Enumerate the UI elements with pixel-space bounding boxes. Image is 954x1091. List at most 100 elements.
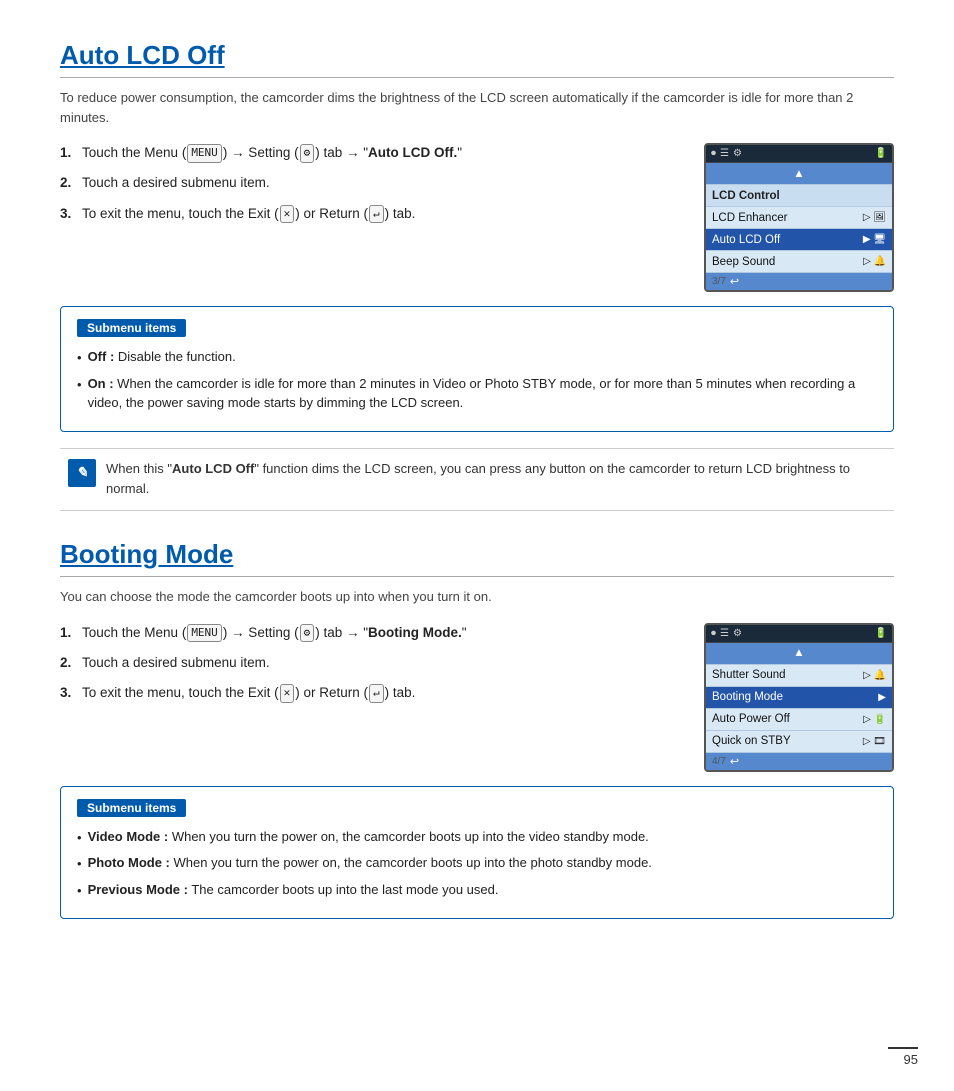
lcd-mockup-2: ⏺ ☰ ⚙ 🔋 ▲ Shutter Sound ▷ 🔔 <box>704 623 894 772</box>
submenu-item-2-2: • Photo Mode : When you turn the power o… <box>77 853 877 874</box>
submenu-item-text-2-3: Previous Mode : The camcorder boots up i… <box>88 880 499 900</box>
lcd-back-row-1: 3/7 ↩ <box>706 273 892 290</box>
note-strong-1: Auto LCD Off <box>172 461 254 476</box>
lcd-row-beep-1: Beep Sound ▷ 🔔 <box>706 251 892 273</box>
lcd-arrow-up-2: ▲ <box>793 647 804 659</box>
note-text-1: When this "Auto LCD Off" function dims t… <box>106 459 886 501</box>
step-text-2-1: Touch the Menu (MENU) → Setting (⚙) tab … <box>82 623 684 643</box>
lcd-row-autolcd-label-1: Auto LCD Off <box>712 234 863 246</box>
lcd-counter-1: 3/7 <box>712 276 726 287</box>
lcd-top-bar-2: ⏺ ☰ ⚙ 🔋 <box>706 625 892 643</box>
submenu-item-1-2: • On : When the camcorder is idle for mo… <box>77 374 877 413</box>
lcd-mockup-1: ⏺ ☰ ⚙ 🔋 ▲ LCD Control LCD <box>704 143 894 292</box>
lcd-icons-right-1: 🔋 <box>875 148 887 159</box>
section-booting-mode: Booting Mode You can choose the mode the… <box>60 539 894 919</box>
step-1-2: 2. Touch a desired submenu item. <box>60 173 684 193</box>
submenu-item-text-1-1: Off : Disable the function. <box>88 347 236 367</box>
lcd-back-icon-2: ↩ <box>730 755 739 768</box>
lcd-row-booting-label-2: Booting Mode <box>712 691 878 703</box>
lcd-row-autolcd-right-1: ▶ 🖥 <box>863 234 886 245</box>
return-icon-2: ↵ <box>369 684 384 703</box>
lcd-row-shutter-2: Shutter Sound ▷ 🔔 <box>706 665 892 687</box>
lcd-row-autopower-label-2: Auto Power Off <box>712 713 863 725</box>
section1-steps-row: 1. Touch the Menu (MENU) → Setting (⚙) t… <box>60 143 894 292</box>
lcd-counter-2: 4/7 <box>712 756 726 767</box>
step-2-1: 1. Touch the Menu (MENU) → Setting (⚙) t… <box>60 623 684 643</box>
submenu-term-1-1: Off : <box>88 349 115 364</box>
lcd-icons-left-2: ⏺ ☰ ⚙ <box>711 628 742 639</box>
submenu-box-1: Submenu items • Off : Disable the functi… <box>60 306 894 432</box>
lcd-back-row-2: 4/7 ↩ <box>706 753 892 770</box>
submenu-term-2-1: Video Mode : <box>88 829 169 844</box>
menu-icon-2: MENU <box>187 624 222 643</box>
lcd-row-header-1: LCD Control <box>706 185 892 207</box>
lcd-icons-right-2: 🔋 <box>875 628 887 639</box>
section1-steps: 1. Touch the Menu (MENU) → Setting (⚙) t… <box>60 143 684 292</box>
exit-icon-2: ✕ <box>280 684 295 703</box>
lcd-rows-2: ▲ Shutter Sound ▷ 🔔 Booting Mode ▶ Auto … <box>706 643 892 770</box>
setting-icon-1: ⚙ <box>300 144 315 163</box>
note-icon-1: ✎ <box>68 459 96 487</box>
lcd-icon-menu-1: ☰ <box>720 148 729 159</box>
return-icon-1: ↵ <box>369 205 384 224</box>
bullet-2-3: • <box>77 881 82 901</box>
step-2-2: 2. Touch a desired submenu item. <box>60 653 684 673</box>
lcd-nav-up-2: ▲ <box>706 643 892 665</box>
step-text-1-2: Touch a desired submenu item. <box>82 173 684 193</box>
lcd-row-booting-right-2: ▶ <box>878 692 886 703</box>
lcd-row-shutter-label-2: Shutter Sound <box>712 669 863 681</box>
section1-title: Auto LCD Off <box>60 40 894 78</box>
step-2-3: 3. To exit the menu, touch the Exit (✕) … <box>60 683 684 703</box>
lcd-icon-menu-2: ☰ <box>720 628 729 639</box>
menu-item-label-1: Auto LCD Off. <box>368 145 457 160</box>
step-text-1-1: Touch the Menu (MENU) → Setting (⚙) tab … <box>82 143 684 163</box>
submenu-item-1-1: • Off : Disable the function. <box>77 347 877 368</box>
submenu-term-2-3: Previous Mode : <box>88 882 188 897</box>
step-num-2-2: 2. <box>60 653 82 673</box>
lcd-nav-up-1: ▲ <box>706 163 892 185</box>
submenu-item-text-2-2: Photo Mode : When you turn the power on,… <box>88 853 652 873</box>
lcd-row-autopower-right-2: ▷ 🔋 <box>863 714 886 725</box>
lcd-icon-battery-2: 🔋 <box>875 628 887 639</box>
lcd-row-quickon-2: Quick on STBY ▷ 🎞 <box>706 731 892 753</box>
submenu-item-2-1: • Video Mode : When you turn the power o… <box>77 827 877 848</box>
submenu-term-1-2: On : <box>88 376 114 391</box>
lcd-row-beep-right-1: ▷ 🔔 <box>863 256 886 267</box>
lcd-row-header-label-1: LCD Control <box>712 190 886 202</box>
step-num-2-3: 3. <box>60 683 82 703</box>
lcd-icon-setting-1: ⚙ <box>733 148 742 159</box>
bullet-1-1: • <box>77 348 82 368</box>
section2-title: Booting Mode <box>60 539 894 577</box>
setting-icon-2: ⚙ <box>300 624 315 643</box>
section2-steps: 1. Touch the Menu (MENU) → Setting (⚙) t… <box>60 623 684 772</box>
note-box-1: ✎ When this "Auto LCD Off" function dims… <box>60 448 894 512</box>
lcd-icons-left-1: ⏺ ☰ ⚙ <box>711 148 742 159</box>
step-text-1-3: To exit the menu, touch the Exit (✕) or … <box>82 204 684 224</box>
lcd-row-quickon-right-2: ▷ 🎞 <box>863 736 886 747</box>
lcd-row-enhancer-label-1: LCD Enhancer <box>712 212 863 224</box>
menu-item-label-2: Booting Mode. <box>368 625 462 640</box>
step-num-2-1: 1. <box>60 623 82 643</box>
submenu-item-text-2-1: Video Mode : When you turn the power on,… <box>88 827 649 847</box>
lcd-icon-battery-1: 🔋 <box>875 148 887 159</box>
step-num-1-3: 3. <box>60 204 82 224</box>
lcd-row-booting-2: Booting Mode ▶ <box>706 687 892 709</box>
step-num-1-2: 2. <box>60 173 82 193</box>
section-auto-lcd-off: Auto LCD Off To reduce power consumption… <box>60 40 894 511</box>
lcd-icon-record-2: ⏺ <box>711 628 716 639</box>
submenu-box-2: Submenu items • Video Mode : When you tu… <box>60 786 894 920</box>
submenu-item-text-1-2: On : When the camcorder is idle for more… <box>88 374 877 413</box>
section2-intro: You can choose the mode the camcorder bo… <box>60 587 894 607</box>
exit-icon-1: ✕ <box>280 205 295 224</box>
lcd-icon-record-1: ⏺ <box>711 148 716 159</box>
section2-steps-row: 1. Touch the Menu (MENU) → Setting (⚙) t… <box>60 623 894 772</box>
step-1-1: 1. Touch the Menu (MENU) → Setting (⚙) t… <box>60 143 684 163</box>
step-text-2-2: Touch a desired submenu item. <box>82 653 684 673</box>
lcd-row-beep-label-1: Beep Sound <box>712 256 863 268</box>
lcd-row-quickon-label-2: Quick on STBY <box>712 735 863 747</box>
lcd-row-shutter-right-2: ▷ 🔔 <box>863 670 886 681</box>
lcd-row-enhancer-1: LCD Enhancer ▷ 🖼 <box>706 207 892 229</box>
lcd-back-icon-1: ↩ <box>730 275 739 288</box>
submenu-title-2: Submenu items <box>77 799 186 817</box>
lcd-icon-setting-2: ⚙ <box>733 628 742 639</box>
